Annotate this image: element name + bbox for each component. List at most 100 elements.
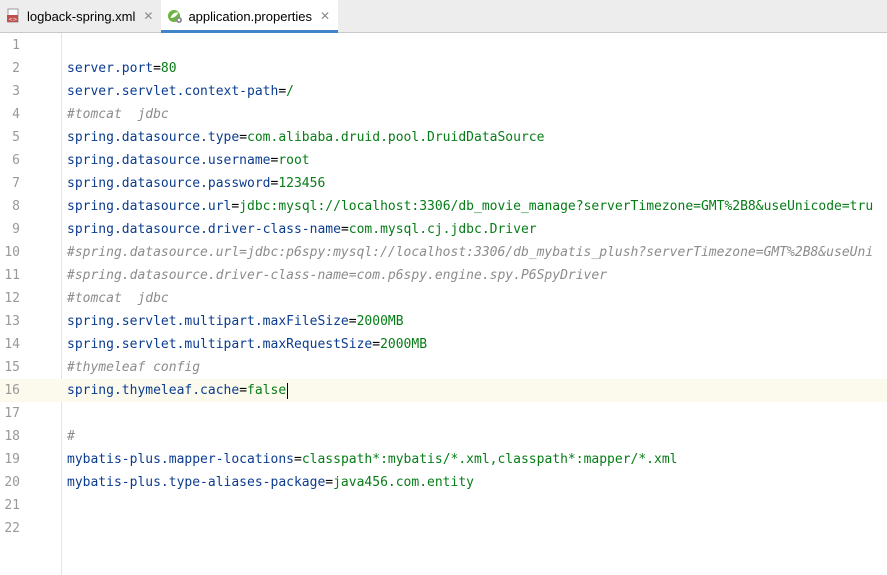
code-line[interactable]: 12 #tomcat jdbc [0,287,887,310]
line-number: 14 [4,337,20,352]
code-line[interactable]: 10 #spring.datasource.url=jdbc:p6spy:mysq… [0,241,887,264]
code-line[interactable]: 18 # [0,425,887,448]
code-line[interactable]: 2 server.port=80 [0,57,887,80]
code-line[interactable]: 17 [0,402,887,425]
code-line[interactable]: 9 spring.datasource.driver-class-name=com… [0,218,887,241]
spring-properties-icon [167,8,183,24]
code-line[interactable]: 14 spring.servlet.multipart.maxRequestSiz… [0,333,887,356]
line-number: 15 [4,360,20,375]
property-key: spring.datasource.driver-class-name [67,222,341,237]
comment-text: #spring.datasource.driver-class-name=com… [67,268,608,283]
line-number: 20 [4,475,20,490]
code-line[interactable]: 4 #tomcat jdbc [0,103,887,126]
comment-text: #spring.datasource.url=jdbc:p6spy:mysql:… [67,245,874,260]
code-line[interactable]: 13 spring.servlet.multipart.maxFileSize=2… [0,310,887,333]
equals-sign: = [348,314,357,329]
code-line[interactable]: 7 spring.datasource.password=123456 [0,172,887,195]
line-content: spring.datasource.password=123456 [67,172,325,195]
property-key: spring.servlet.multipart.maxFileSize [67,314,349,329]
line-number: 7 [12,176,20,191]
line-number: 3 [12,84,20,99]
property-key: server.servlet.context-path [67,84,279,99]
code-line[interactable]: 8 spring.datasource.url=jdbc:mysql://loca… [0,195,887,218]
property-value: / [286,84,294,99]
line-number: 19 [4,452,20,467]
code-line[interactable]: 1 [0,34,887,57]
equals-sign: = [239,383,248,398]
code-line[interactable]: 11 #spring.datasource.driver-class-name=c… [0,264,887,287]
line-content: spring.datasource.driver-class-name=com.… [67,218,537,241]
code-line[interactable]: 15 #thymeleaf config [0,356,887,379]
property-value: 2000MB [380,337,428,352]
line-content: spring.datasource.type=com.alibaba.druid… [67,126,544,149]
line-number: 9 [12,222,20,237]
line-number: 22 [4,521,20,536]
line-number: 10 [4,245,20,260]
text-caret [287,382,289,399]
line-number: 4 [12,107,20,122]
line-content: mybatis-plus.type-aliases-package=java45… [67,471,474,494]
code-line[interactable]: 3 server.servlet.context-path=/ [0,80,887,103]
tab-application-properties[interactable]: application.properties ✕ [161,0,339,33]
line-content: spring.datasource.url=jdbc:mysql://local… [67,195,873,218]
property-key: mybatis-plus.mapper-locations [67,452,294,467]
comment-text: # [67,429,75,444]
line-number: 17 [4,406,20,421]
property-value: 80 [160,61,177,76]
line-number: 6 [12,153,20,168]
property-key: mybatis-plus.type-aliases-package [67,475,326,490]
line-number: 8 [12,199,20,214]
code-line[interactable]: 22 [0,517,887,540]
line-content: spring.servlet.multipart.maxRequestSize=… [67,333,427,356]
code-line[interactable]: 21 [0,494,887,517]
line-number: 18 [4,429,20,444]
comment-text: #thymeleaf config [67,360,201,375]
line-number: 13 [4,314,20,329]
code-line[interactable]: 5 spring.datasource.type=com.alibaba.drui… [0,126,887,149]
property-key: spring.datasource.type [67,130,240,145]
property-value: java456.com.entity [333,475,474,490]
equals-sign: = [278,84,287,99]
line-number: 11 [4,268,20,283]
property-value: 2000MB [356,314,404,329]
tab-label: application.properties [188,8,313,24]
property-key: spring.thymeleaf.cache [67,383,240,398]
equals-sign: = [325,475,334,490]
equals-sign: = [153,61,161,76]
svg-text:<>: <> [8,17,18,23]
property-value: 123456 [278,176,326,191]
property-key: spring.datasource.password [67,176,271,191]
property-value: classpath*:mybatis/*.xml,classpath*:mapp… [301,452,678,467]
line-number: 5 [12,130,20,145]
code-line[interactable]: 6 spring.datasource.username=root [0,149,887,172]
close-icon[interactable]: ✕ [143,9,153,23]
close-icon[interactable]: ✕ [320,9,330,23]
property-value: false [247,383,287,398]
line-content: spring.datasource.username=root [67,149,310,172]
current-line[interactable]: 16 spring.thymeleaf.cache=false [0,379,887,402]
line-content: #spring.datasource.url=jdbc:p6spy:mysql:… [67,241,873,264]
tab-label: logback-spring.xml [27,8,136,24]
property-key: spring.datasource.url [67,199,232,214]
code-editor[interactable]: 1 2 server.port=80 3 server.servlet.context-… [0,33,887,575]
property-key: server.port [67,61,154,76]
line-content: spring.thymeleaf.cache=false [67,379,289,402]
line-number: 21 [4,498,20,513]
line-content: #thymeleaf config [67,356,200,379]
property-value: root [278,153,310,168]
tab-logback-spring-xml[interactable]: <> logback-spring.xml ✕ [0,0,161,32]
line-content: server.port=80 [67,57,177,80]
xml-file-icon: <> [6,8,22,24]
line-content: #tomcat jdbc [67,103,169,126]
line-content: #spring.datasource.driver-class-name=com… [67,264,607,287]
comment-text: #tomcat jdbc [67,107,169,122]
property-key: spring.servlet.multipart.maxRequestSize [67,337,373,352]
editor-tab-bar: <> logback-spring.xml ✕ application.prop… [0,0,887,33]
code-line[interactable]: 19 mybatis-plus.mapper-locations=classpat… [0,448,887,471]
property-key: spring.datasource.username [67,153,271,168]
property-value: com.alibaba.druid.pool.DruidDataSource [247,130,545,145]
line-number: 2 [12,61,20,76]
line-number: 16 [4,383,20,398]
code-line[interactable]: 20 mybatis-plus.type-aliases-package=java… [0,471,887,494]
property-value: com.mysql.cj.jdbc.Driver [348,222,537,237]
